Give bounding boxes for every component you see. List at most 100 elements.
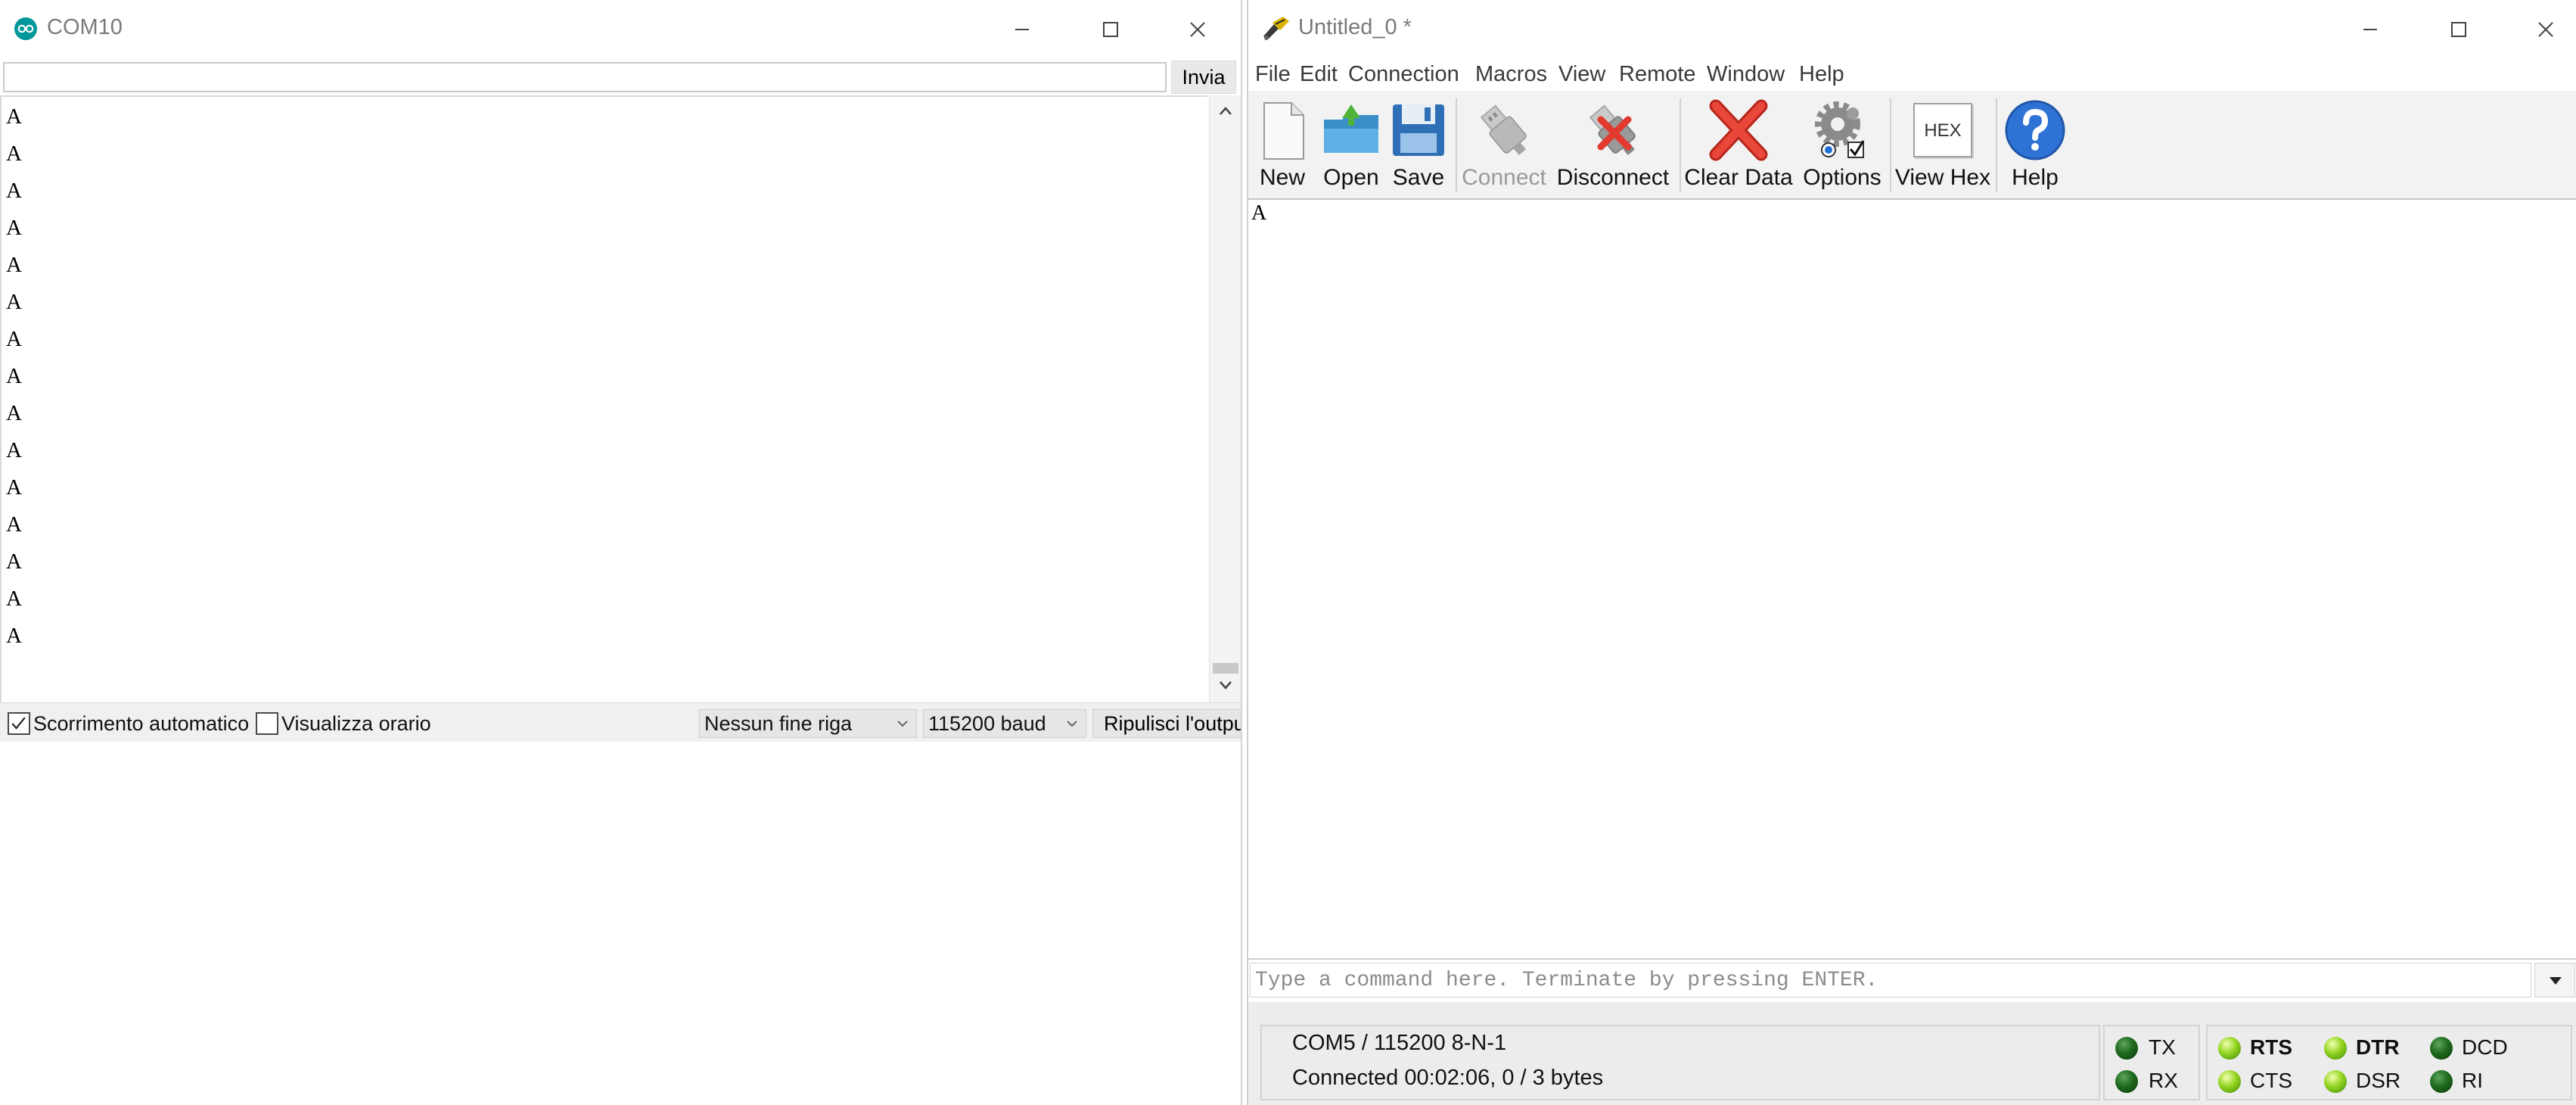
serial-monitor-titlebar[interactable]: COM10 (0, 0, 1241, 59)
new-label: New (1259, 165, 1305, 190)
options-button[interactable]: Options (1798, 95, 1887, 197)
baud-rate-value: 115200 baud (928, 712, 1046, 735)
toolbar-separator (1680, 98, 1681, 192)
save-disk-icon (1393, 104, 1444, 156)
disconnect-button[interactable]: Disconnect (1549, 95, 1676, 197)
rx-led (2115, 1070, 2138, 1093)
cts-led (2218, 1070, 2241, 1093)
autoscroll-label: Scorrimento automatico (33, 712, 250, 735)
maximize-button[interactable] (2432, 11, 2484, 48)
save-label: Save (1392, 165, 1445, 190)
command-input[interactable] (1250, 963, 2531, 998)
cts-label: CTS (2250, 1069, 2292, 1092)
minimize-button[interactable] (996, 11, 1049, 48)
output-line: A (6, 549, 22, 574)
open-button[interactable]: Open (1315, 95, 1387, 197)
close-button[interactable] (2519, 11, 2572, 48)
send-input[interactable] (3, 62, 1167, 92)
close-button[interactable] (1171, 11, 1224, 48)
show-timestamp-label: Visualizza orario (281, 712, 431, 735)
clear-x-icon (1709, 99, 1768, 161)
coolterm-titlebar[interactable]: Untitled_0 * (1248, 0, 2576, 59)
tx-label: TX (2149, 1035, 2176, 1059)
output-line: A (6, 438, 22, 462)
output-line: A (6, 475, 22, 500)
output-line: A (6, 142, 22, 166)
connect-label: Connect (1462, 165, 1546, 190)
chevron-down-icon (1067, 721, 1077, 727)
maximize-button[interactable] (1083, 11, 1136, 48)
command-bar (1248, 958, 2576, 1001)
terminal-output-area[interactable]: A (1248, 201, 2574, 957)
baud-rate-select[interactable]: 115200 baud (923, 709, 1086, 738)
view-hex-button[interactable]: HEX View Hex (1893, 95, 1993, 197)
send-button[interactable]: Invia (1171, 61, 1236, 94)
output-line: A (6, 327, 22, 351)
rts-led[interactable] (2218, 1037, 2241, 1060)
disconnect-usb-icon (1589, 104, 1636, 155)
dtr-led[interactable] (2324, 1037, 2347, 1060)
open-label: Open (1323, 165, 1379, 190)
open-folder-icon (1324, 104, 1378, 153)
menu-help[interactable]: Help (1799, 62, 1844, 87)
command-history-dropdown[interactable] (2534, 963, 2575, 998)
new-button[interactable]: New (1248, 95, 1316, 197)
dcd-label: DCD (2462, 1035, 2508, 1059)
line-ending-value: Nessun fine riga (704, 712, 853, 735)
tx-led (2115, 1037, 2138, 1060)
toolbar-separator (1890, 98, 1891, 192)
help-question-icon (2005, 100, 2065, 160)
close-icon (2538, 22, 2553, 37)
minimize-button[interactable] (2344, 11, 2397, 48)
scroll-down-icon[interactable] (1216, 675, 1235, 695)
menu-window[interactable]: Window (1707, 62, 1785, 87)
help-button[interactable]: Help (2000, 95, 2070, 197)
save-button[interactable]: Save (1386, 95, 1451, 197)
clear-data-label: Clear Data (1684, 165, 1793, 190)
scroll-up-icon[interactable] (1216, 101, 1235, 121)
ri-led (2430, 1070, 2453, 1093)
minimize-icon (2363, 29, 2377, 30)
dtr-label: DTR (2356, 1035, 2400, 1059)
line-signals-panel: RTS CTS DTR DSR DCD RI (2206, 1025, 2572, 1100)
connect-button[interactable]: Connect (1459, 95, 1549, 197)
toolbar: New Open Save Connect Disconnect Clear D… (1248, 91, 2576, 200)
show-timestamp-checkbox[interactable] (256, 712, 278, 735)
dsr-led (2324, 1070, 2347, 1093)
output-line: A (6, 179, 22, 203)
output-line: A (6, 624, 22, 648)
output-line: A (6, 290, 22, 314)
status-bar: COM5 / 115200 8-N-1 Connected 00:02:06, … (1248, 1002, 2576, 1105)
dsr-label: DSR (2356, 1069, 2401, 1092)
view-hex-label: View Hex (1894, 165, 1991, 190)
output-line: A (6, 512, 22, 537)
usb-plug-icon (1480, 104, 1527, 155)
autoscroll-checkbox[interactable] (8, 712, 30, 735)
menu-edit[interactable]: Edit (1300, 62, 1338, 87)
new-document-icon (1263, 102, 1304, 160)
output-scrollbar[interactable] (1209, 95, 1241, 702)
options-gear-icon (1815, 101, 1865, 158)
triangle-down-icon (2550, 977, 2562, 985)
line-ending-select[interactable]: Nessun fine riga (699, 709, 917, 738)
maximize-icon (1103, 22, 1118, 37)
serial-output-area[interactable]: A A A A A A A A A A A A A A A (0, 95, 1207, 702)
checkmark-icon (11, 717, 26, 730)
menu-macros[interactable]: Macros (1475, 62, 1547, 87)
clear-data-button[interactable]: Clear Data (1683, 95, 1794, 197)
output-line: A (6, 364, 22, 388)
scrollbar-thumb[interactable] (1213, 663, 1238, 674)
ri-label: RI (2462, 1069, 2483, 1092)
menu-remote[interactable]: Remote (1619, 62, 1696, 87)
coolterm-window: Untitled_0 * File Edit Connection Macros… (1247, 0, 2576, 1105)
coolterm-logo-icon (1263, 17, 1289, 40)
connection-info-text: Connected 00:02:06, 0 / 3 bytes (1292, 1066, 1604, 1090)
menu-view[interactable]: View (1558, 62, 1605, 87)
menu-file[interactable]: File (1255, 62, 1291, 87)
tx-rx-panel: TX RX (2103, 1025, 2200, 1100)
menu-connection[interactable]: Connection (1348, 62, 1459, 87)
clear-output-button[interactable]: Ripulisci l'output (1092, 709, 1241, 738)
terminal-output-text: A (1251, 201, 1267, 225)
output-line: A (6, 104, 22, 129)
signal-panels: TX RX RTS CTS DTR DSR DCD RI (2103, 1025, 2576, 1100)
